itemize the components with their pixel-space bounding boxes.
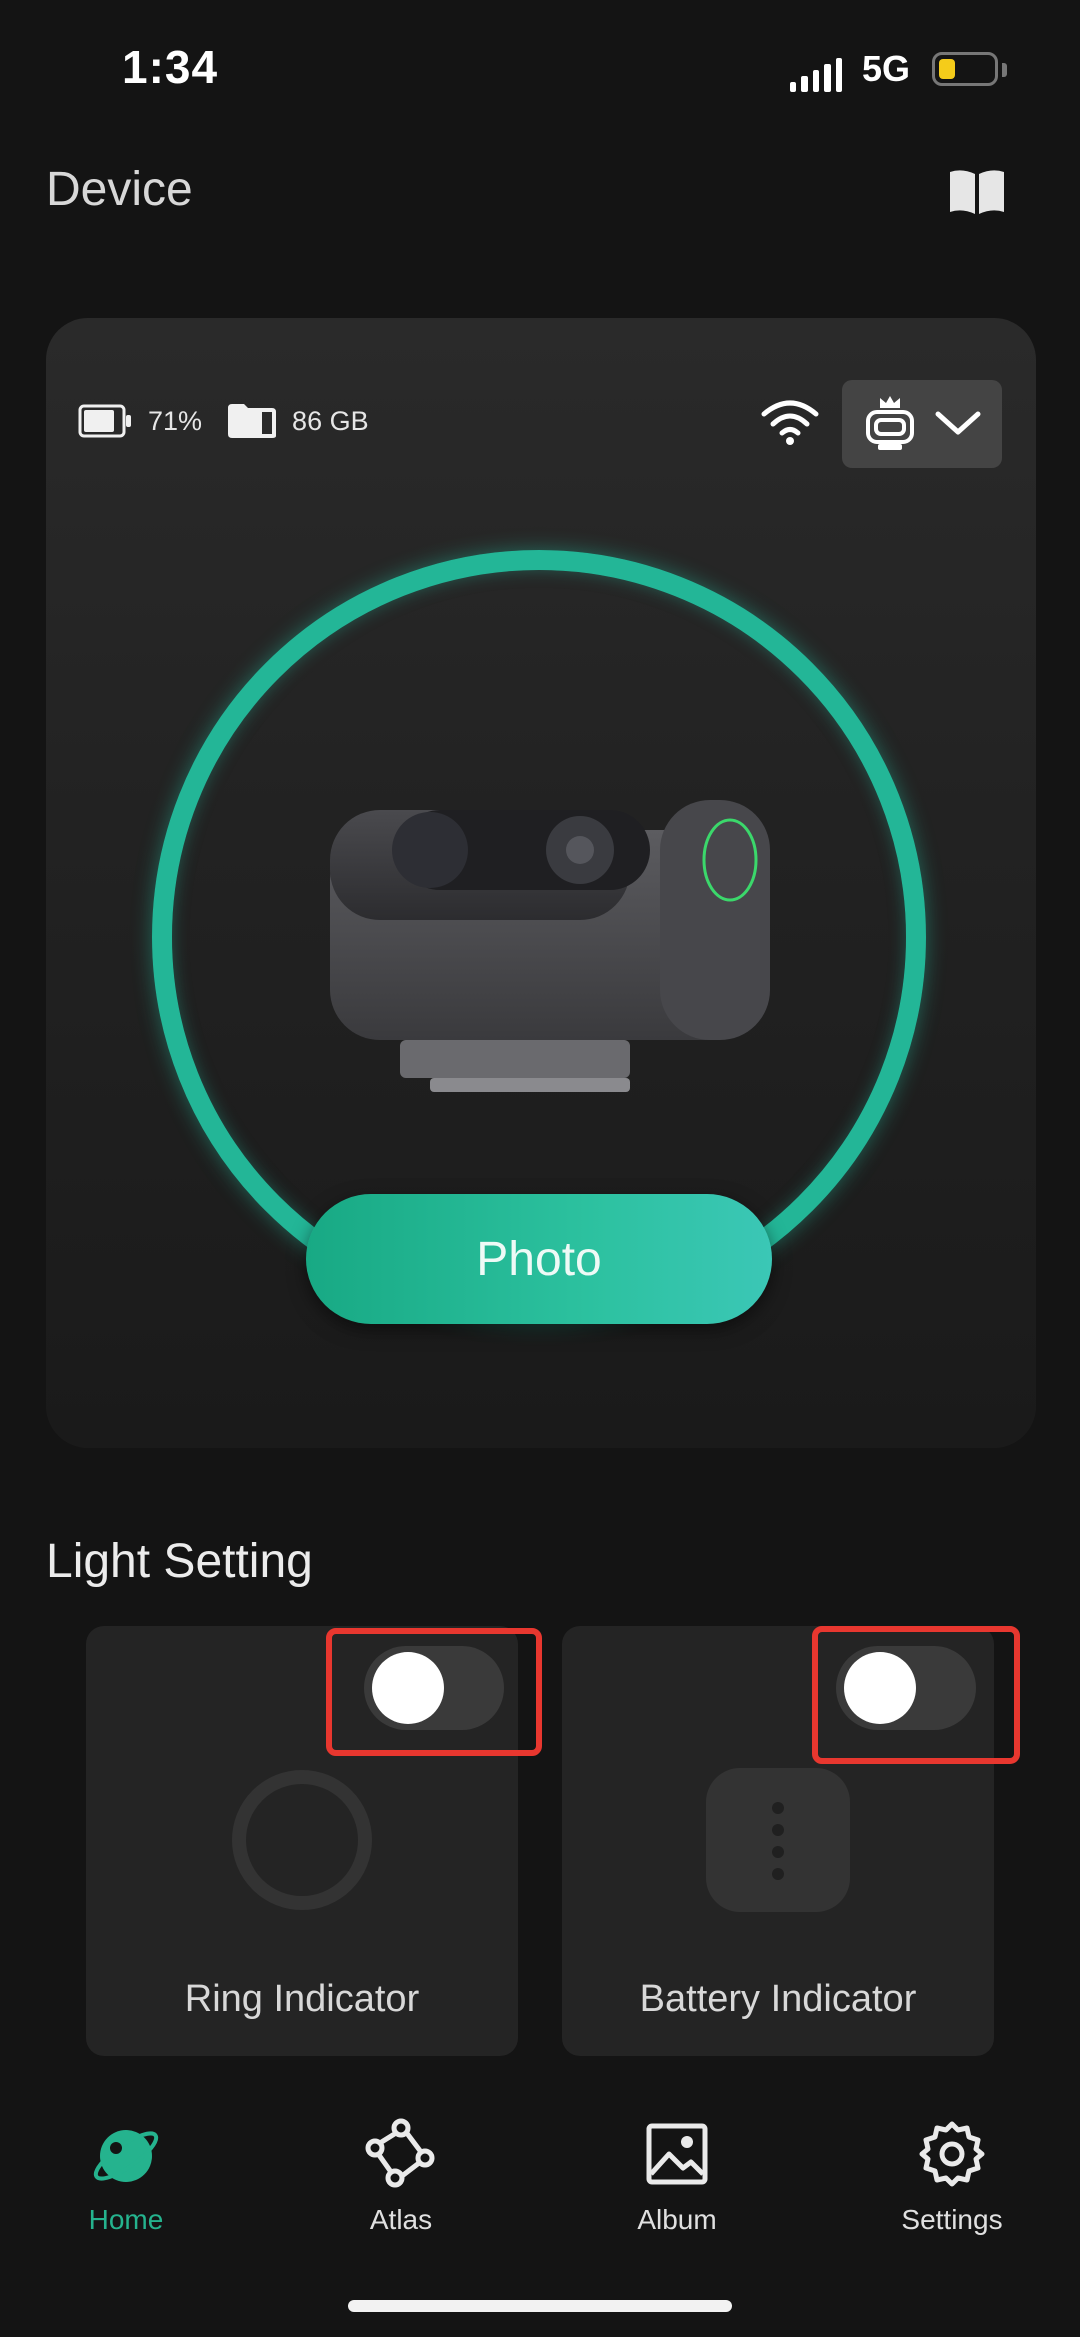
device-battery-value: 71% [148,405,203,436]
ring-indicator-icon [232,1770,372,1910]
status-battery-nub [1002,63,1007,77]
gear-icon [919,2121,985,2187]
battery-indicator-label: Battery Indicator [639,1978,917,2020]
device-selector-button[interactable] [842,380,1002,468]
nav-settings[interactable]: Settings [852,2118,1052,2236]
nav-atlas[interactable]: Atlas [301,2118,501,2236]
highlight-box [812,1626,1020,1764]
chevron-down-icon [935,411,981,435]
ring-indicator-label: Ring Indicator [184,1978,420,2020]
nav-atlas-label: Atlas [369,2204,433,2235]
battery-indicator-icon [706,1768,850,1912]
device-stats: 71% 86 GB [78,402,369,440]
book-icon[interactable] [946,166,1008,216]
status-time: 1:34 [122,41,219,93]
home-planet-icon [93,2130,159,2182]
photo-mode-button[interactable]: Photo [306,1194,772,1324]
page-title: Device [46,163,193,216]
network-type: 5G [862,48,911,89]
home-indicator[interactable] [348,2300,732,2312]
camera-device-image [330,800,770,1092]
device-battery-icon [78,404,131,438]
nav-album-label: Album [637,2204,717,2235]
nav-home-label: Home [88,2204,164,2235]
nav-settings-label: Settings [901,2204,1003,2235]
atlas-nodes-icon [365,2118,435,2188]
crown-camera-icon [866,396,914,450]
signal-icon [790,56,843,92]
highlight-box [326,1628,542,1756]
storage-folder-icon [228,404,277,438]
storage-value: 86 GB [292,405,369,436]
nav-home[interactable]: Home [26,2118,226,2236]
album-image-icon [646,2123,708,2185]
status-battery-icon [932,52,998,86]
nav-album[interactable]: Album [577,2118,777,2236]
wifi-icon [761,400,819,445]
light-setting-title: Light Setting [46,1535,313,1588]
